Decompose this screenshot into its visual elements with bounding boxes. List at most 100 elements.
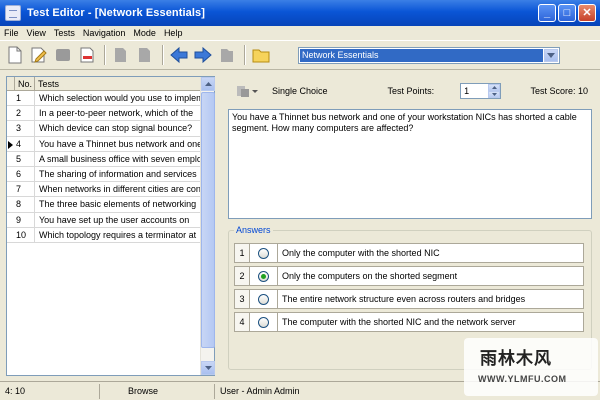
row-indicator [7,137,15,151]
question-text[interactable]: You have a Thinnet bus network and one o… [228,109,592,219]
table-row[interactable]: 3 Which device can stop signal bounce? [7,121,201,137]
answer-row[interactable]: 3 The entire network structure even acros… [234,289,584,309]
folder-icon[interactable] [250,44,272,66]
table-row[interactable]: 2 In a peer-to-peer network, which of the [7,106,201,122]
answer-radio[interactable] [258,293,269,305]
row-number: 7 [15,182,35,197]
menu-tests[interactable]: Tests [54,28,75,38]
table-row[interactable]: 9 You have set up the user accounts on [7,212,201,228]
row-number: 3 [15,121,35,136]
answer-radio[interactable] [258,247,269,259]
table-row[interactable]: 6 The sharing of information and services [7,166,201,183]
row-number: 6 [15,166,35,182]
scroll-down-button[interactable] [201,361,215,375]
answer-radio-cell[interactable] [250,266,278,286]
paste-icon[interactable] [134,44,156,66]
question-type-icon[interactable] [236,84,250,98]
points-value[interactable]: 1 [464,85,469,98]
table-header: No. Tests [7,77,201,91]
row-number: 5 [15,151,35,166]
maximize-button[interactable]: □ [558,4,576,22]
row-number: 4 [15,136,35,151]
row-indicator [7,228,15,242]
row-indicator [7,197,15,211]
table-row[interactable]: 7 When networks in different cities are c… [7,182,201,198]
close-button[interactable]: ✕ [578,4,596,22]
row-number: 2 [15,106,35,121]
row-indicator [7,106,15,120]
chevron-down-icon[interactable] [544,49,558,62]
row-test-text: The three basic elements of networking [39,199,197,210]
app-icon [5,5,21,21]
row-indicator [7,121,15,135]
delete-icon[interactable] [76,44,98,66]
answer-radio-cell[interactable] [250,312,278,332]
row-test-text: When networks in different cities are co… [39,184,201,195]
row-test-text: Which selection would you use to impleme… [39,93,201,103]
toolbar-separator [244,45,246,65]
answer-row[interactable]: 1 Only the computer with the shorted NIC [234,243,584,263]
minimize-button[interactable]: _ [538,4,556,22]
table-row[interactable]: 10 Which topology requires a terminator a… [7,227,201,243]
row-indicator [7,152,15,166]
book-icon[interactable] [216,44,238,66]
question-type: Single Choice [272,86,328,96]
status-mode: Browse [100,383,215,399]
answer-text[interactable]: Only the computer with the shorted NIC [278,243,584,263]
window-title: Test Editor - [Network Essentials] [27,7,206,19]
row-test-text: You have set up the user accounts on [39,214,190,225]
menu-help[interactable]: Help [164,28,183,38]
back-arrow-icon[interactable] [168,44,190,66]
answer-radio[interactable] [258,316,269,328]
answers-legend: Answers [234,225,273,235]
decrement-button[interactable] [488,91,501,98]
scroll-up-button[interactable] [201,77,215,91]
row-test-text: Which topology requires a terminator at [39,229,197,240]
answer-radio-cell[interactable] [250,243,278,263]
answer-radio[interactable] [258,270,269,282]
table-row[interactable]: 8 The three basic elements of networking [7,197,201,213]
tests-table: No. Tests 1 Which selection would you use… [6,76,215,376]
menu-navigation[interactable]: Navigation [83,28,126,38]
row-test-text: A small business office with seven emplo… [39,153,201,164]
forward-arrow-icon[interactable] [192,44,214,66]
watermark-url: WWW.YLMFU.COM [478,374,567,384]
title-bar: Test Editor - [Network Essentials] _ □ ✕ [0,0,600,26]
answer-text[interactable]: The entire network structure even across… [278,289,584,309]
current-row-pointer-icon [8,140,13,149]
answer-text[interactable]: The computer with the shorted NIC and th… [278,312,584,332]
copy-icon[interactable] [110,44,132,66]
edit-icon[interactable] [28,44,50,66]
row-indicator [7,91,15,105]
menu-view[interactable]: View [27,28,46,38]
answer-row[interactable]: 2 Only the computers on the shorted segme… [234,266,584,286]
menu-mode[interactable]: Mode [133,28,156,38]
header-tests[interactable]: Tests [35,77,201,90]
answer-row[interactable]: 4 The computer with the shorted NIC and t… [234,312,584,332]
answer-number: 4 [234,312,250,332]
increment-button[interactable] [488,84,501,91]
answer-number: 2 [234,266,250,286]
header-no[interactable]: No. [15,77,35,90]
points-label: Test Points: [387,86,435,96]
dropdown-arrow-icon[interactable] [252,89,258,93]
points-stepper[interactable]: 1 [460,83,502,99]
menu-file[interactable]: File [4,28,19,38]
table-row[interactable]: 1 Which selection would you use to implem… [7,91,201,107]
row-test-text: The sharing of information and services [39,168,197,179]
answer-text[interactable]: Only the computers on the shorted segmen… [278,266,584,286]
vertical-scrollbar[interactable] [200,77,215,375]
answer-number: 1 [234,243,250,263]
toolbar-separator [104,45,106,65]
toolbar-separator [162,45,164,65]
table-row[interactable]: 4 You have a Thinnet bus network and one [7,136,201,152]
row-number: 1 [15,91,35,106]
answer-radio-cell[interactable] [250,289,278,309]
table-row[interactable]: 5 A small business office with seven empl… [7,151,201,167]
stop-icon[interactable] [52,44,74,66]
answer-number: 3 [234,289,250,309]
test-selector-combo[interactable]: Network Essentials [298,47,560,64]
scroll-thumb[interactable] [201,92,215,348]
row-indicator [7,213,15,227]
new-icon[interactable] [4,44,26,66]
